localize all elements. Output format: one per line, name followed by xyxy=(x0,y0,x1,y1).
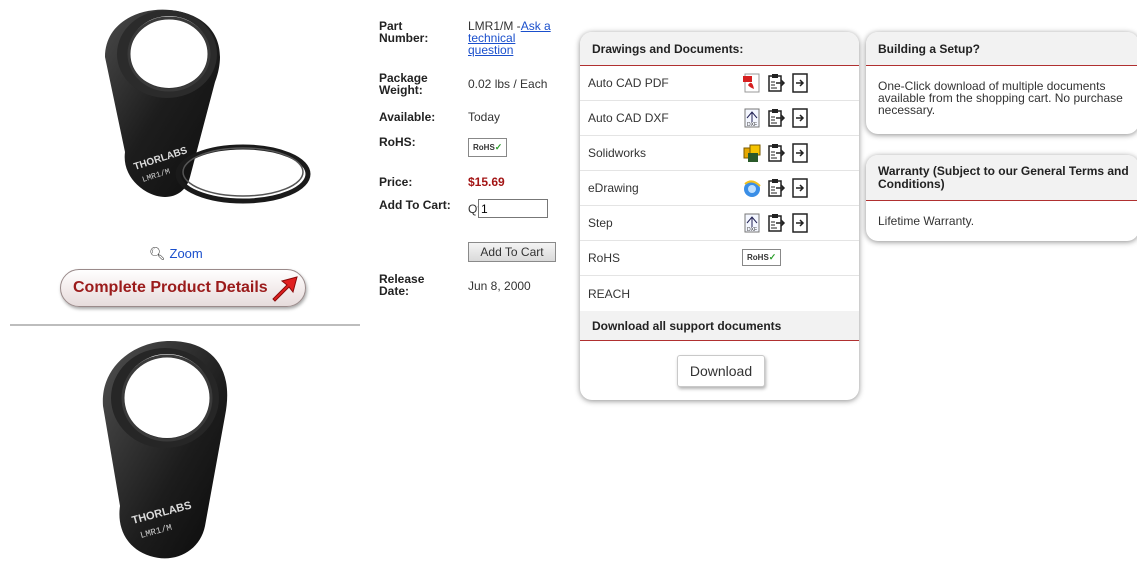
arrow-up-right-icon xyxy=(272,276,298,302)
drawings-documents-panel: Drawings and Documents: Auto CAD PDF Aut… xyxy=(580,32,859,400)
clipboard-icon[interactable] xyxy=(766,143,786,163)
package-weight-label: Package Weight: xyxy=(379,71,428,97)
doc-name: Auto CAD PDF xyxy=(588,76,669,90)
doc-row-reach: REACH xyxy=(580,276,859,311)
doc-name: Solidworks xyxy=(588,146,647,160)
svg-text:DXF: DXF xyxy=(747,227,757,233)
rohs-badge[interactable]: RoHS✓ xyxy=(742,249,782,266)
zoom-icon: 🔍︎ xyxy=(149,246,166,261)
clipboard-icon[interactable] xyxy=(766,73,786,93)
part-number-label: Part Number: xyxy=(379,19,429,45)
package-weight-value: 0.02 lbs / Each xyxy=(468,77,548,91)
document-link-icon[interactable] xyxy=(790,73,810,93)
document-link-icon[interactable] xyxy=(790,213,810,233)
document-link-icon[interactable] xyxy=(790,108,810,128)
clipboard-icon[interactable] xyxy=(766,108,786,128)
step-icon[interactable]: DXF xyxy=(742,213,762,233)
price-value: $15.69 xyxy=(468,175,505,189)
release-date-label: Release Date: xyxy=(379,272,425,298)
doc-name: eDrawing xyxy=(588,181,639,195)
gallery-divider xyxy=(10,324,360,326)
doc-row-step: Step DXF xyxy=(580,206,859,241)
available-label: Available: xyxy=(379,110,436,124)
doc-row-solidworks: Solidworks xyxy=(580,136,859,171)
complete-product-details-button[interactable]: Complete Product Details xyxy=(60,269,306,307)
rohs-badge-text: RoHS xyxy=(473,143,495,152)
doc-row-edrawing: eDrawing xyxy=(580,171,859,206)
price-label: Price: xyxy=(379,175,413,189)
document-link-icon[interactable] xyxy=(790,178,810,198)
document-link-icon[interactable] xyxy=(790,143,810,163)
warranty-panel: Warranty (Subject to our General Terms a… xyxy=(866,155,1137,241)
product-image-secondary[interactable]: THORLABS LMR1/M xyxy=(95,336,255,564)
doc-name: REACH xyxy=(588,286,631,301)
building-setup-title: Building a Setup? xyxy=(866,32,1137,66)
add-to-cart-label: Add To Cart: xyxy=(379,198,451,212)
doc-row-rohs: RoHS RoHS✓ xyxy=(580,241,859,276)
add-to-cart-button[interactable]: Add To Cart xyxy=(468,242,556,262)
doc-row-autocad-dxf: Auto CAD DXF DXF xyxy=(580,101,859,136)
qty-input[interactable] xyxy=(478,199,548,218)
complete-product-details-label: Complete Product Details xyxy=(73,279,268,296)
download-button[interactable]: Download xyxy=(677,355,765,387)
building-setup-text: One-Click download of multiple documents… xyxy=(878,79,1123,117)
doc-row-autocad-pdf: Auto CAD PDF xyxy=(580,66,859,101)
edrawing-icon[interactable] xyxy=(742,178,762,198)
release-date-value: Jun 8, 2000 xyxy=(468,279,531,293)
zoom-link[interactable]: 🔍︎ Zoom xyxy=(149,246,203,262)
svg-text:DXF: DXF xyxy=(747,122,757,128)
clipboard-icon[interactable] xyxy=(766,213,786,233)
doc-name: Step xyxy=(588,216,613,230)
clipboard-icon[interactable] xyxy=(766,178,786,198)
zoom-label: Zoom xyxy=(169,246,203,261)
building-setup-panel: Building a Setup? One-Click download of … xyxy=(866,32,1137,134)
part-number-value: LMR1/M -Ask a technical question xyxy=(468,19,551,57)
warranty-title: Warranty (Subject to our General Terms a… xyxy=(866,155,1137,201)
drawings-documents-title: Drawings and Documents: xyxy=(580,32,859,66)
rohs-badge-text: RoHS xyxy=(747,253,769,262)
pdf-icon[interactable] xyxy=(742,73,762,93)
checkmark-icon: ✓ xyxy=(494,142,503,152)
product-image-main[interactable]: THORLABS LMR1/M xyxy=(95,2,320,227)
doc-name: RoHS xyxy=(588,251,621,265)
checkmark-icon: ✓ xyxy=(768,252,777,262)
dxf-icon[interactable]: DXF xyxy=(742,108,762,128)
warranty-text: Lifetime Warranty. xyxy=(878,214,975,228)
download-all-title: Download all support documents xyxy=(580,311,859,341)
rohs-badge: RoHS✓ xyxy=(468,138,508,157)
available-value: Today xyxy=(468,110,501,124)
solidworks-icon[interactable] xyxy=(742,143,762,163)
doc-name: Auto CAD DXF xyxy=(588,111,669,125)
rohs-label: RoHS: xyxy=(379,135,416,149)
